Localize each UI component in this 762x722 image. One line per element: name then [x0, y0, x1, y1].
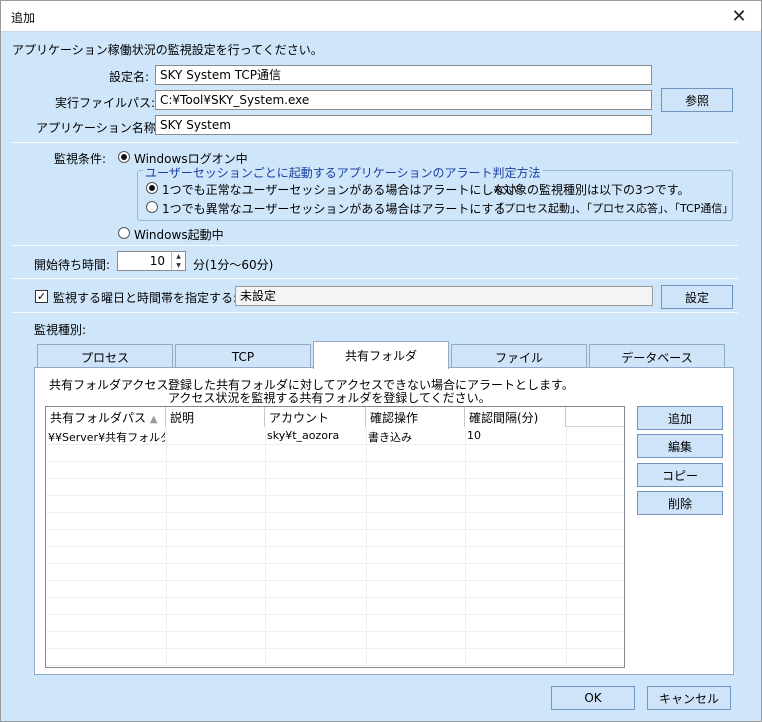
grid-line: [46, 478, 624, 479]
exe-path-input[interactable]: C:¥Tool¥SKY_System.exe: [155, 90, 652, 110]
app-name-input[interactable]: SKY System: [155, 115, 652, 135]
logon-radio[interactable]: [118, 151, 130, 163]
grid-line: [46, 631, 624, 632]
dialog-window: 追加 ✕ アプリケーション稼働状況の監視設定を行ってください。 設定名: SKY…: [0, 0, 762, 722]
separator: [11, 142, 738, 143]
startup-radio[interactable]: [118, 227, 130, 239]
abnormal-session-radio[interactable]: [146, 201, 158, 213]
column-header-path-label: 共有フォルダパス: [50, 411, 147, 425]
window-title: 追加: [11, 11, 36, 25]
column-header-path[interactable]: 共有フォルダパス ▲: [46, 407, 166, 427]
column-header-description[interactable]: 説明: [166, 407, 265, 427]
spin-down-icon[interactable]: ▼: [172, 261, 185, 270]
spinner-arrows[interactable]: ▲ ▼: [171, 252, 185, 270]
cell-path[interactable]: ¥¥Server¥共有フォルダ: [48, 429, 165, 445]
ok-button[interactable]: OK: [551, 686, 635, 710]
condition-label: 監視条件:: [54, 152, 107, 166]
cell-account[interactable]: sky¥t_aozora: [267, 429, 365, 442]
shared-folder-panel: 共有フォルダアクセス: 登録した共有フォルダに対してアクセスできない場合にアラー…: [34, 367, 734, 675]
abnormal-session-label[interactable]: 1つでも異常なユーザーセッションがある場合はアラートにする: [162, 200, 506, 217]
close-icon[interactable]: ✕: [717, 1, 761, 32]
monitor-type-label: 監視種別:: [34, 323, 87, 337]
browse-button[interactable]: 参照: [661, 88, 733, 112]
grid-line: [46, 461, 624, 462]
normal-session-radio[interactable]: [146, 182, 158, 194]
cell-interval[interactable]: 10: [467, 429, 565, 442]
alert-judgement-title: ユーザーセッションごとに起動するアプリケーションのアラート判定方法: [143, 164, 543, 181]
cell-operation[interactable]: 書き込み: [368, 429, 464, 445]
title-bar: 追加 ✕: [1, 1, 761, 32]
panel-desc-line2: アクセス状況を監視する共有フォルダを登録してください。: [168, 391, 491, 405]
add-button[interactable]: 追加: [637, 406, 723, 430]
schedule-checkbox[interactable]: ✓: [35, 290, 48, 303]
edit-button[interactable]: 編集: [637, 434, 723, 458]
grid-line: [46, 665, 624, 666]
grid-line: [46, 563, 624, 564]
wait-time-spinner[interactable]: 10 ▲ ▼: [117, 251, 186, 271]
column-header-account[interactable]: アカウント: [265, 407, 366, 427]
normal-session-label[interactable]: 1つでも正常なユーザーセッションがある場合はアラートにしない: [162, 181, 517, 198]
setting-name-input[interactable]: SKY System TCP通信: [155, 65, 652, 85]
tab-process[interactable]: プロセス: [37, 344, 173, 369]
panel-desc-label: 共有フォルダアクセス:: [49, 378, 173, 392]
sort-asc-icon: ▲: [149, 414, 158, 425]
cancel-button[interactable]: キャンセル: [647, 686, 731, 710]
schedule-label[interactable]: 監視する曜日と時間帯を指定する:: [53, 289, 237, 306]
tab-shared-folder[interactable]: 共有フォルダ: [313, 341, 449, 369]
schedule-settings-button[interactable]: 設定: [661, 285, 733, 309]
tab-tcp[interactable]: TCP: [175, 344, 311, 369]
app-name-label: アプリケーション名称:: [36, 121, 160, 135]
intro-text: アプリケーション稼働状況の監視設定を行ってください。: [12, 43, 323, 57]
wait-time-value: 10: [149, 254, 165, 268]
setting-name-label: 設定名:: [109, 70, 150, 84]
note-line2: 「プロセス起動」、「プロセス応答」、「TCP通信」: [493, 202, 734, 215]
schedule-value: 未設定: [235, 286, 653, 306]
grid-line: [46, 546, 624, 547]
copy-button[interactable]: コピー: [637, 463, 723, 487]
grid-line: [46, 495, 624, 496]
separator: [11, 278, 738, 279]
list-header: 共有フォルダパス ▲ 説明 アカウント 確認操作 確認間隔(分): [46, 407, 624, 427]
exe-path-label: 実行ファイルパス:: [55, 96, 156, 110]
wait-time-unit: 分(1分〜60分): [193, 258, 274, 272]
grid-line: [46, 512, 624, 513]
tab-database[interactable]: データベース: [589, 344, 725, 369]
separator: [11, 312, 738, 313]
grid-line: [46, 597, 624, 598]
separator: [11, 245, 738, 246]
grid-line: [46, 529, 624, 530]
spin-up-icon[interactable]: ▲: [172, 252, 185, 261]
grid-line: [46, 648, 624, 649]
column-header-interval[interactable]: 確認間隔(分): [465, 407, 566, 427]
wait-time-label: 開始待ち時間:: [34, 258, 111, 272]
shared-folder-list[interactable]: 共有フォルダパス ▲ 説明 アカウント 確認操作 確認間隔(分) ¥¥Serve…: [45, 406, 625, 668]
delete-button[interactable]: 削除: [637, 491, 723, 515]
grid-line: [46, 580, 624, 581]
grid-line: [46, 614, 624, 615]
note-line1: ※対象の監視種別は以下の3つです。: [493, 183, 690, 197]
column-header-operation[interactable]: 確認操作: [366, 407, 465, 427]
tab-file[interactable]: ファイル: [451, 344, 587, 369]
startup-option-label[interactable]: Windows起動中: [134, 226, 224, 243]
